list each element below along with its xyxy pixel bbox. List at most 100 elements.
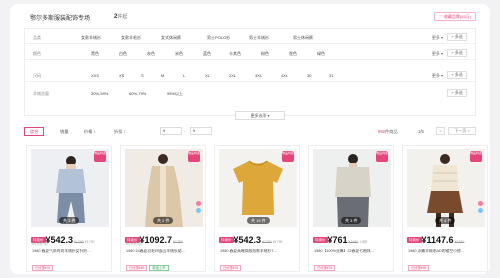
product-card[interactable]: 唯品特卖 共 16 件 特卖价 ¥542.3¥1780¥1790 1980 春夏高… (214, 145, 300, 272)
product-name[interactable]: 1980 春夏气质时尚羊绒衫女针织… (32, 249, 110, 254)
filter-option[interactable]: 白色 (119, 51, 127, 57)
filter-option[interactable]: S (141, 73, 144, 78)
filter-option[interactable]: 蓝色 (203, 51, 211, 57)
filter-multi-button[interactable]: + 多选 (447, 33, 467, 41)
filter-multi-button[interactable]: + 多选 (447, 71, 467, 79)
product-card[interactable]: 唯品特卖 共 2 件 特卖价 ¥1092.7¥1780 60天价前 1980 24… (120, 145, 206, 272)
favorite-brand-button[interactable]: ♡ 收藏品牌(65万) (434, 12, 476, 21)
color-swatch[interactable] (478, 201, 483, 206)
product-image[interactable]: 唯品特卖 共 3 件 (313, 149, 391, 227)
product-name[interactable]: 1980 24春夏羽毛四面山羊绒长裙… (126, 249, 204, 254)
filter-option[interactable]: XL (205, 73, 210, 78)
filter-label: 品类 (33, 35, 41, 40)
filter-more-button[interactable]: 更多 ▾ (432, 73, 443, 79)
color-swatch[interactable] (196, 201, 201, 206)
more-options-button[interactable]: 更多选项 ▾ (235, 111, 285, 120)
vip-badge: 唯品特卖 (188, 151, 200, 162)
image-count: 共 16 件 (247, 217, 270, 224)
image-count: 共 3 件 (59, 217, 80, 224)
price-max-input[interactable]: ¥ (190, 127, 212, 135)
promo-tags: 已优惠¥33 (220, 256, 243, 271)
product-card[interactable]: 唯品特卖 共 3 件 特卖价 ¥761¥19801.8折 1980【100%亚麻】… (308, 145, 394, 272)
price-line: 特卖价 ¥1147.6¥1390 (407, 235, 465, 245)
page-title: 鄂尔多斯服装配饰专场 (30, 16, 91, 22)
product-image[interactable]: 唯品特卖 共 3 件 (31, 149, 109, 227)
filter-option[interactable]: 3XL (255, 73, 262, 78)
sort-comprehensive[interactable]: 综合 (24, 127, 45, 136)
filter-option[interactable]: 2XL (229, 73, 236, 78)
filter-option[interactable]: 30 (307, 73, 311, 78)
product-card[interactable]: 唯品特卖 共 4 件 特卖价 ¥1147.6¥1390 1980 浮雕羊绒毛AD的… (402, 145, 488, 272)
filter-option[interactable]: 灰色 (147, 51, 155, 57)
filter-option[interactable]: XXS (91, 73, 99, 78)
prev-page-button[interactable]: < (436, 127, 445, 135)
filter-option[interactable]: 黑色 (91, 51, 99, 57)
filter-option[interactable]: 30%-59% (91, 91, 108, 96)
next-page-button[interactable]: 下一页 > (448, 127, 476, 135)
price-line: 特卖价 ¥1092.7¥1780 (125, 235, 183, 245)
filter-option[interactable]: M (161, 73, 164, 78)
sort-sales[interactable]: 销量 (60, 127, 68, 136)
filter-option[interactable]: 男士POLO衫 (207, 35, 230, 41)
filter-option[interactable]: 60%-79% (129, 91, 146, 96)
product-card[interactable]: 唯品特卖 共 3 件 特卖价 ¥542.3¥1780¥1790 60天价前 198… (26, 145, 112, 272)
product-name[interactable]: 1980【100%亚麻】22春夏七袖休… (314, 249, 392, 254)
vip-badge: 唯品特卖 (376, 151, 388, 162)
filter-multi-button[interactable]: + 多选 (447, 49, 467, 57)
filter-multi-button[interactable]: + 多选 (447, 89, 467, 97)
filter-option[interactable]: 女式休闲裤 (161, 35, 181, 41)
page-frame: 鄂尔多斯服装配饰专场 2件起 ♡ 收藏品牌(65万) 品类 女款羊绒衫 女款羊毛… (10, 4, 490, 274)
filter-option[interactable]: 驼色 (289, 51, 297, 57)
filter-row-size: 尺码 XXS XS S M L XL 2XL 3XL 4XL 30 31 更多 … (25, 69, 475, 82)
filter-option[interactable]: 女款羊毛衫 (121, 35, 141, 41)
product-image[interactable]: 唯品特卖 共 4 件 (407, 149, 485, 227)
filter-row-category: 品类 女款羊绒衫 女款羊毛衫 女式休闲裤 男士POLO衫 男士羊绒衫 男士休闲裤… (25, 31, 475, 44)
product-name[interactable]: 1980 浮雕羊绒毛AD的镂空小修… (408, 249, 486, 254)
filter-option[interactable]: 男士休闲裤 (293, 35, 313, 41)
filter-option[interactable]: 女款羊绒衫 (81, 35, 101, 41)
filter-option[interactable]: L (183, 73, 185, 78)
filter-option[interactable]: 卡其色 (229, 51, 241, 57)
sort-bar: 综合 销量 价格 ↕ 折扣 ↕ ¥ - ¥ 992件商品 1/5 < 下一页 > (24, 124, 476, 138)
vip-badge: 唯品特卖 (470, 151, 482, 162)
product-image[interactable]: 唯品特卖 共 2 件 (125, 149, 203, 227)
filter-option[interactable]: 31 (329, 73, 333, 78)
filter-option[interactable]: XS (119, 73, 124, 78)
price-note: 60天价前 (32, 242, 48, 246)
image-count: 共 2 件 (153, 217, 174, 224)
filter-option[interactable]: 4XL (281, 73, 288, 78)
filter-more-button[interactable]: 更多 ▾ (432, 35, 443, 41)
vip-badge: 唯品特卖 (94, 151, 106, 162)
product-name[interactable]: 1980 春夏高端简版短款羊绒衫T… (220, 249, 298, 254)
price-note: 60天价前 (126, 242, 142, 246)
filter-label: 羊绒含量 (33, 91, 49, 96)
vip-badge: 唯品特卖 (282, 151, 294, 162)
filter-panel: 品类 女款羊绒衫 女款羊毛衫 女式休闲裤 男士POLO衫 男士羊绒衫 男士休闲裤… (24, 28, 476, 120)
filter-label: 颜色 (33, 51, 41, 56)
item-count: 2件起 (114, 14, 128, 20)
price-range-separator: - (184, 128, 186, 133)
sort-discount[interactable]: 折扣 ↕ (114, 127, 126, 136)
color-swatch[interactable] (478, 208, 483, 213)
filter-option[interactable]: 绿色 (317, 51, 325, 57)
image-count: 共 3 件 (341, 217, 362, 224)
price-line: 特卖价 ¥542.3¥1780¥1790 (219, 235, 283, 245)
image-count: 共 4 件 (435, 217, 456, 224)
promo-tags: 已优惠¥33 (32, 256, 55, 271)
filter-option[interactable]: 男士羊绒衫 (249, 35, 269, 41)
product-image[interactable]: 唯品特卖 共 16 件 (219, 149, 297, 227)
result-count: 992件商品 (378, 129, 398, 134)
sort-price[interactable]: 价格 ↕ (84, 127, 96, 136)
promo-tags: 已优惠¥89 (408, 256, 431, 271)
price-min-input[interactable]: ¥ (160, 127, 182, 135)
filter-more-button[interactable]: 更多 ▾ (432, 51, 443, 57)
color-swatch[interactable] (196, 208, 201, 213)
filter-option[interactable]: 95%以上 (167, 91, 183, 97)
filter-option[interactable]: 粉色 (261, 51, 269, 57)
promo-tags: 已优惠¥33 (314, 256, 337, 271)
filter-row-cashmere: 羊绒含量 30%-59% 60%-79% 95%以上 + 多选 (25, 87, 475, 100)
price-line: 特卖价 ¥761¥19801.8折 (313, 235, 368, 245)
promo-tags: 已优惠¥89 新品上市 (126, 256, 171, 271)
filter-label: 尺码 (33, 73, 41, 78)
filter-option[interactable]: 米色 (175, 51, 183, 57)
